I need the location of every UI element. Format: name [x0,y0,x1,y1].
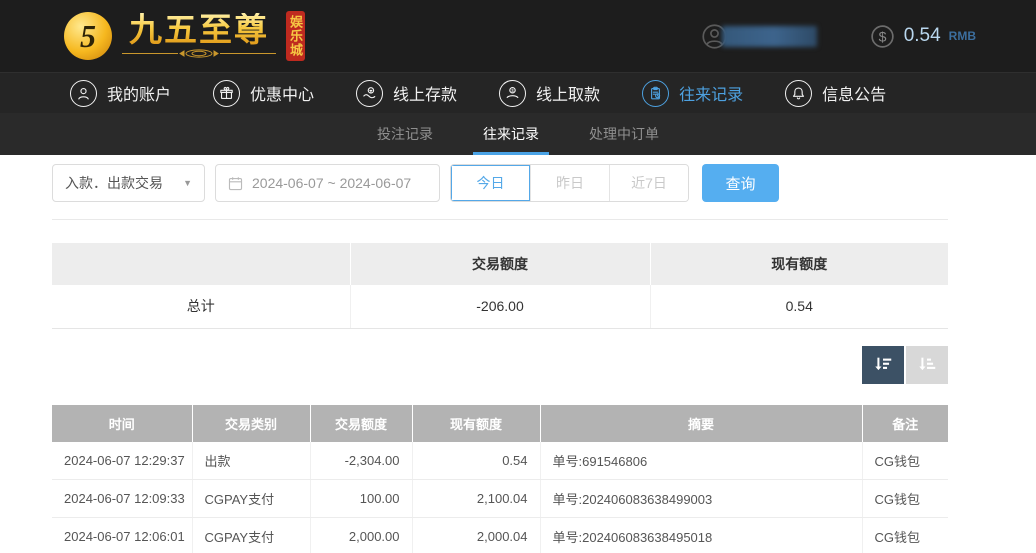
cell-summary: 单号:202406083638499003 [540,480,862,518]
brand-logo: 5 九五至尊 娱乐城 [64,11,331,61]
main-navigation: 我的账户 优惠中心 线上存款 $ 线上取款 往来记录 信息公告 [0,72,1036,113]
cell-time: 2024-06-07 12:06:01 [52,518,192,553]
cell-current-amount: 2,000.04 [412,518,540,553]
cell-summary: 单号:691546806 [540,442,862,480]
cell-note: CG钱包 [862,480,948,518]
nav-item-my-account[interactable]: 我的账户 [70,80,171,107]
cell-time: 2024-06-07 12:29:37 [52,442,192,480]
quick-range-last7days-button[interactable]: 近7日 [609,165,688,201]
nav-label: 我的账户 [107,81,171,105]
sort-ascending-icon [916,354,938,376]
summary-header-empty [52,243,350,285]
deposit-icon [356,80,383,107]
section-divider [52,219,948,220]
nav-item-promotions[interactable]: 优惠中心 [213,80,314,107]
summary-total-row: 总计 -206.00 0.54 [52,285,948,328]
content-area: 入款．出款交易 ▼ 2024-06-07 ~ 2024-06-07 今日 昨日 … [0,164,948,553]
transaction-type-value: 入款．出款交易 [65,173,163,193]
nav-item-deposit[interactable]: 线上存款 [356,80,457,107]
logged-in-user [701,23,817,50]
col-header-current-amount: 现有额度 [412,405,540,442]
transaction-type-select[interactable]: 入款．出款交易 ▼ [52,164,205,202]
cell-summary: 单号:202406083638495018 [540,518,862,553]
tab-transaction-records[interactable]: 往来记录 [473,113,549,155]
logo-monogram: 5 [64,12,112,60]
cell-transaction-amount: 100.00 [310,480,412,518]
date-range-value: 2024-06-07 ~ 2024-06-07 [252,175,411,191]
col-header-transaction-type: 交易类别 [192,405,310,442]
sort-ascending-button[interactable] [906,346,948,384]
cell-note: CG钱包 [862,518,948,553]
table-row: 2024-06-07 12:29:37 出款 -2,304.00 0.54 单号… [52,442,948,480]
nav-item-withdraw[interactable]: $ 线上取款 [499,80,600,107]
filter-bar: 入款．出款交易 ▼ 2024-06-07 ~ 2024-06-07 今日 昨日 … [52,164,948,202]
sort-descending-button[interactable] [862,346,904,384]
table-row: 2024-06-07 12:09:33 CGPAY支付 100.00 2,100… [52,480,948,518]
nav-label: 线上存款 [393,81,457,105]
summary-transaction-amount: -206.00 [350,285,650,328]
cell-current-amount: 2,100.04 [412,480,540,518]
chevron-down-icon: ▼ [183,178,192,188]
dollar-coin-icon: $ [869,23,896,50]
query-button[interactable]: 查询 [702,164,779,202]
svg-text:$: $ [511,87,514,92]
cell-time: 2024-06-07 12:09:33 [52,480,192,518]
cell-current-amount: 0.54 [412,442,540,480]
top-header: 5 九五至尊 娱乐城 [0,0,1036,72]
cell-transaction-amount: -2,304.00 [310,442,412,480]
balance-currency: RMB [949,29,976,43]
nav-label: 信息公告 [822,81,886,105]
logo-flourish-decoration [120,48,278,59]
record-subtabs: 投注记录 往来记录 处理中订单 [0,113,1036,155]
cell-transaction-type: CGPAY支付 [192,480,310,518]
col-header-summary: 摘要 [540,405,862,442]
nav-label: 优惠中心 [250,81,314,105]
quick-range-today-button[interactable]: 今日 [451,165,530,201]
date-range-input[interactable]: 2024-06-07 ~ 2024-06-07 [215,164,440,202]
tab-pending-orders[interactable]: 处理中订单 [579,113,669,155]
sort-descending-icon [872,354,894,376]
col-header-time: 时间 [52,405,192,442]
summary-table: 交易额度 现有额度 总计 -206.00 0.54 [52,243,948,329]
table-header-row: 时间 交易类别 交易额度 现有额度 摘要 备注 [52,405,948,442]
calendar-icon [227,175,244,192]
col-header-transaction-amount: 交易额度 [310,405,412,442]
table-row: 2024-06-07 12:06:01 CGPAY支付 2,000.00 2,0… [52,518,948,553]
records-icon [642,80,669,107]
balance-amount: 0.54 [904,25,941,47]
col-header-note: 备注 [862,405,948,442]
summary-current-amount: 0.54 [650,285,948,328]
cell-transaction-type: CGPAY支付 [192,518,310,553]
summary-total-label: 总计 [52,285,350,328]
summary-header-transaction-amount: 交易额度 [350,243,650,285]
cell-transaction-type: 出款 [192,442,310,480]
nav-item-announcements[interactable]: 信息公告 [785,80,886,107]
svg-text:$: $ [878,28,886,44]
summary-header-current-amount: 现有额度 [650,243,948,285]
quick-range-group: 今日 昨日 近7日 [450,164,689,202]
nav-label: 往来记录 [679,81,743,105]
sort-controls [52,346,948,384]
tab-betting-records[interactable]: 投注记录 [367,113,443,155]
nav-item-transaction-records[interactable]: 往来记录 [642,80,743,107]
nav-label: 线上取款 [536,81,600,105]
transactions-table: 时间 交易类别 交易额度 现有额度 摘要 备注 2024-06-07 12:29… [52,405,948,553]
user-icon [70,80,97,107]
logo-badge: 娱乐城 [286,11,305,61]
balance-display: $ 0.54 RMB [869,23,976,50]
bell-icon [785,80,812,107]
brand-name: 九五至尊 [129,13,269,48]
cell-transaction-amount: 2,000.00 [310,518,412,553]
gift-icon [213,80,240,107]
quick-range-yesterday-button[interactable]: 昨日 [530,165,609,201]
withdraw-icon: $ [499,80,526,107]
cell-note: CG钱包 [862,442,948,480]
username-blurred [722,26,817,47]
